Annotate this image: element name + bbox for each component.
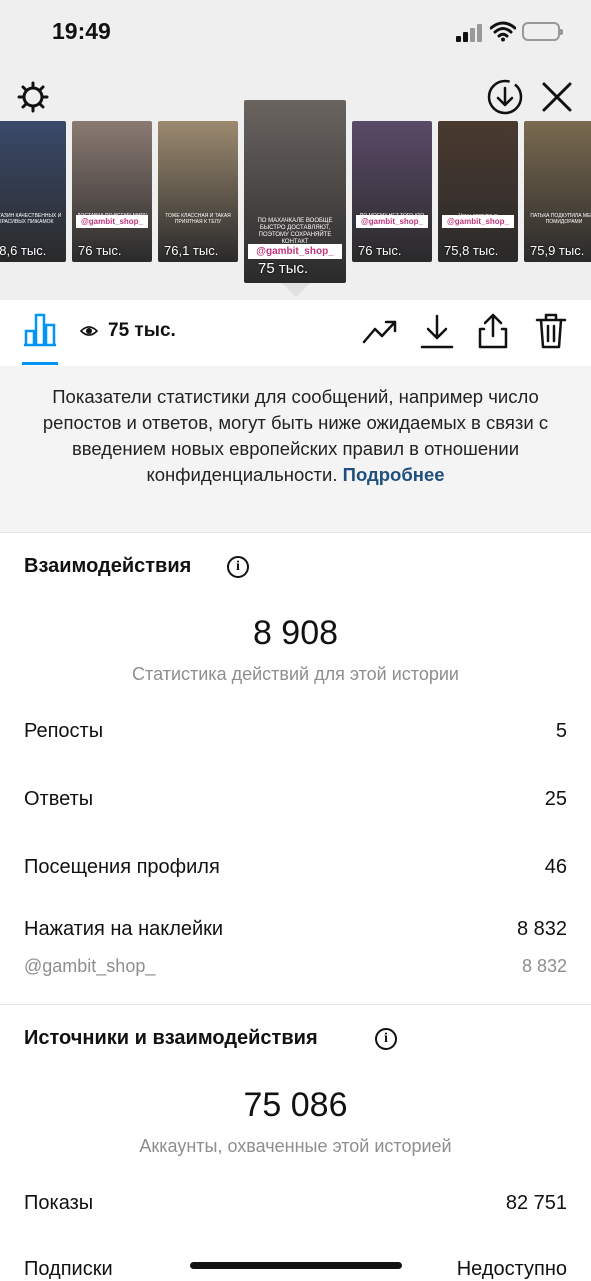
story-views: 75 тыс. [258,260,309,277]
story-thumbnail[interactable]: ПО МАХАЧКАЛЕ ВООБЩЕ БЫСТРО ДОСТАВЛЯЮТ, П… [244,100,346,283]
eye-icon [80,326,98,336]
trending-icon[interactable] [362,316,398,346]
bar-chart-icon[interactable] [22,313,58,347]
notice-body: Показатели статистики для сообщений, нап… [42,386,549,485]
close-icon[interactable] [540,80,574,114]
stat-label: Нажатия на наклейки [24,918,224,940]
story-thumbnail[interactable]: ПО МОЕМУ НЕТ ТОГО КТО ПОСТАВИЛ БЫ НЕТ@ga… [352,121,432,262]
story-thumbnail[interactable]: Цены доступные@gambit_shop_75,8 тыс. [438,121,518,262]
sticker-account-label: @gambit_shop_ [24,956,156,976]
battery-icon [522,22,563,41]
home-indicator [190,1262,402,1269]
story-sticker: @gambit_shop_ [356,215,428,228]
story-views: 76 тыс. [78,243,122,258]
story-caption: МАГАЗИН КАЧЕСТВЕННЫХ И КРАСИВЫХ ПИЖАМОК [0,213,62,225]
interactions-title: Взаимодействия [24,555,192,577]
story-sticker: @gambit_shop_ [76,215,148,228]
story-caption: ТОЖЕ КЛАССНАЯ И ТАКАЯ ПРИЯТНАЯ К ТЕЛУ [165,213,231,225]
info-icon[interactable]: i [375,1028,397,1050]
story-views: 75,8 тыс. [444,243,499,258]
story-caption: ПАТЬКА ПОДКУПИЛА МЕНЯ ПОМИДОРАМИ [530,213,591,225]
story-thumbnail[interactable]: ТОЖЕ КЛАССНАЯ И ТАКАЯ ПРИЯТНАЯ К ТЕЛУ 76,… [158,121,238,262]
stat-value: Недоступно [456,1258,567,1280]
gear-icon[interactable] [16,80,50,114]
story-views: 76,1 тыс. [164,243,219,258]
privacy-notice-text: Показатели статистики для сообщений, нап… [30,384,561,488]
share-icon[interactable] [476,312,510,350]
interactions-caption: Статистика действий для этой истории [132,664,459,684]
divider [0,532,591,533]
reach-title: Источники и взаимодействия [24,1027,318,1049]
story-caption: ПО МАХАЧКАЛЕ ВООБЩЕ БЫСТРО ДОСТАВЛЯЮТ, П… [257,218,333,245]
stat-label: Посещения профиля [24,856,220,878]
stat-value: 8 832 [516,918,567,940]
story-thumbnail[interactable]: ДОСТАВКА ПО ВСЕМУ МИРУ И ОЧЕНЬ БЫСТРАЯ@g… [72,121,152,262]
story-thumbnail[interactable]: МАГАЗИН КАЧЕСТВЕННЫХ И КРАСИВЫХ ПИЖАМОК 7… [0,121,66,262]
stat-value: 25 [544,788,567,810]
stat-value: 82 751 [505,1192,567,1214]
story-sticker: @gambit_shop_ [248,244,342,259]
selected-story-pointer [282,283,310,297]
stat-label: Показы [24,1192,94,1214]
stat-label: Подписки [24,1258,113,1280]
info-icon[interactable]: i [227,556,249,578]
reach-total: 75 086 [243,1086,348,1124]
stat-label: Ответы [24,788,94,810]
story-thumbnail[interactable]: ПАТЬКА ПОДКУПИЛА МЕНЯ ПОМИДОРАМИ 75,9 тыс… [524,121,591,262]
download-icon[interactable] [420,314,454,350]
wifi-icon [490,21,516,42]
story-views: 75,9 тыс. [530,243,585,258]
status-time: 19:49 [52,18,111,44]
reach-caption: Аккаунты, охваченные этой историей [139,1136,452,1156]
tab-indicator [22,362,58,365]
trash-icon[interactable] [534,312,568,350]
learn-more-link[interactable]: Подробнее [343,464,445,485]
stat-value: 46 [544,856,567,878]
signal-icon [456,24,484,42]
stat-value: 5 [555,720,567,742]
stat-label: Репосты [24,720,104,742]
sticker-account-value: 8 832 [521,956,567,976]
download-archive-icon[interactable] [486,78,524,116]
divider [0,1004,591,1005]
story-sticker: @gambit_shop_ [442,215,514,228]
story-views: 78,6 тыс. [0,243,47,258]
interactions-total: 8 908 [252,614,339,652]
story-views: 76 тыс. [358,243,402,258]
views-count: 75 тыс. [108,320,176,341]
